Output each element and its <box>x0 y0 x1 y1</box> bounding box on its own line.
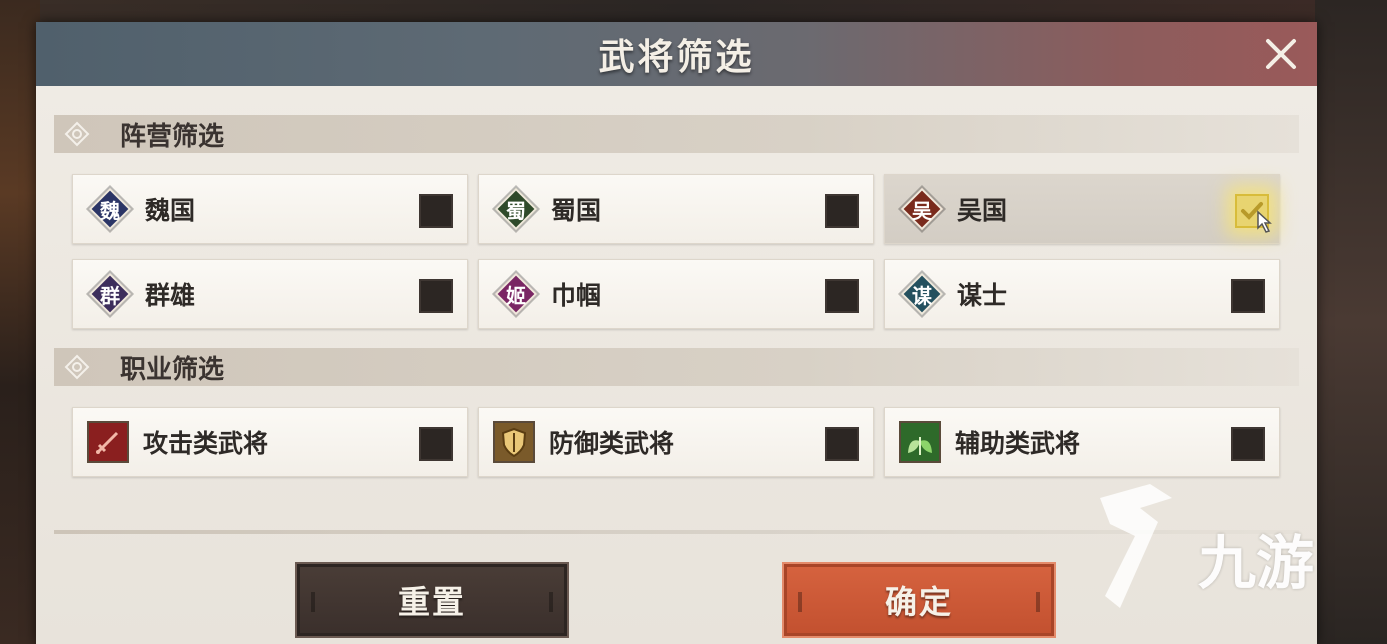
mouse-cursor-icon <box>1250 210 1272 240</box>
option-label: 魏国 <box>145 196 196 225</box>
reset-button-label: 重置 <box>397 583 466 621</box>
checkbox[interactable] <box>825 279 859 313</box>
checkbox[interactable] <box>1231 279 1265 313</box>
wei-emblem-icon: 魏 <box>88 187 132 231</box>
role-option-defense[interactable]: 防御类武将 <box>478 407 874 477</box>
checkbox[interactable] <box>419 194 453 228</box>
faction-option-wu[interactable]: 吴 吴国 <box>884 174 1280 244</box>
wu-emblem-icon: 吴 <box>900 187 944 231</box>
background-left <box>0 0 40 644</box>
diamond-eye-icon <box>64 354 90 380</box>
ji-emblem-icon: 姬 <box>494 272 538 316</box>
option-label: 巾帼 <box>551 281 602 310</box>
shield-icon <box>493 421 535 463</box>
option-label: 谋士 <box>957 281 1008 310</box>
nine-game-logo-icon <box>1100 484 1172 608</box>
checkbox[interactable] <box>419 279 453 313</box>
leaf-icon <box>899 421 941 463</box>
role-section-header: 职业筛选 <box>54 348 1299 386</box>
dialog-title: 武将筛选 <box>598 36 755 78</box>
close-button[interactable] <box>1263 36 1299 72</box>
qun-emblem-icon: 群 <box>88 272 132 316</box>
option-label: 攻击类武将 <box>143 429 269 458</box>
option-label: 吴国 <box>957 196 1008 225</box>
close-icon <box>1266 39 1296 69</box>
watermark-text: 九游 <box>1198 529 1315 597</box>
faction-option-moushi[interactable]: 谋 谋士 <box>884 259 1280 329</box>
option-label: 蜀国 <box>551 196 602 225</box>
role-option-support[interactable]: 辅助类武将 <box>884 407 1280 477</box>
confirm-button-label: 确定 <box>884 583 953 621</box>
shu-emblem-icon: 蜀 <box>494 187 538 231</box>
checkbox[interactable] <box>419 427 453 461</box>
dialog-title-bar: 武将筛选 <box>36 22 1317 86</box>
diamond-eye-icon <box>64 121 90 147</box>
sword-icon <box>87 421 129 463</box>
checkbox[interactable] <box>825 194 859 228</box>
checkbox[interactable] <box>1231 427 1265 461</box>
role-option-attack[interactable]: 攻击类武将 <box>72 407 468 477</box>
confirm-button[interactable]: 确定 <box>782 562 1056 638</box>
faction-section-title: 阵营筛选 <box>120 121 225 152</box>
checkbox[interactable] <box>825 427 859 461</box>
role-section-title: 职业筛选 <box>120 354 225 385</box>
background-top <box>0 0 1387 22</box>
faction-option-qunxiong[interactable]: 群 群雄 <box>72 259 468 329</box>
faction-option-shu[interactable]: 蜀 蜀国 <box>478 174 874 244</box>
watermark: 九游 <box>1080 478 1360 618</box>
reset-button[interactable]: 重置 <box>295 562 569 638</box>
option-label: 辅助类武将 <box>955 429 1081 458</box>
option-label: 防御类武将 <box>549 429 675 458</box>
mou-emblem-icon: 谋 <box>900 272 944 316</box>
faction-option-jinguo[interactable]: 姬 巾帼 <box>478 259 874 329</box>
faction-option-wei[interactable]: 魏 魏国 <box>72 174 468 244</box>
option-label: 群雄 <box>145 281 196 310</box>
faction-section-header: 阵营筛选 <box>54 115 1299 153</box>
